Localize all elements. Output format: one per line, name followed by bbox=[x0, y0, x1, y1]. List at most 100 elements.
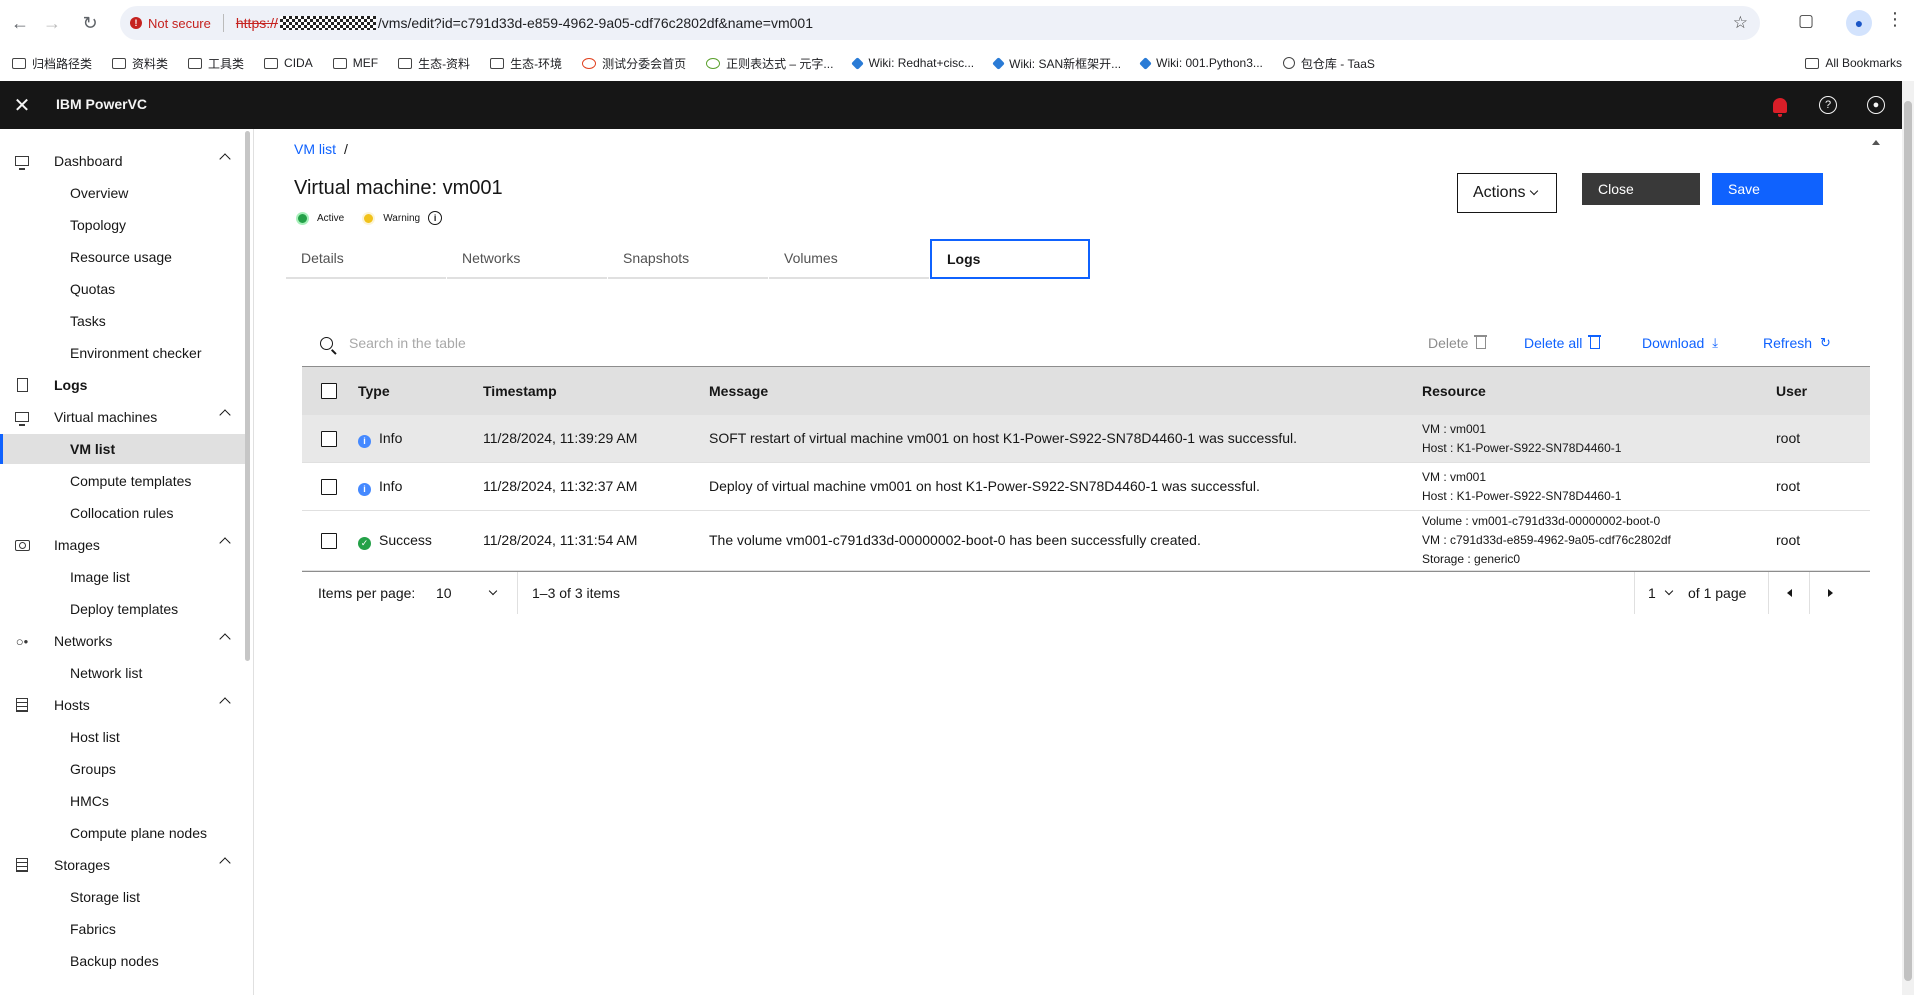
sidebar-group-hosts[interactable]: Hosts bbox=[0, 690, 245, 720]
folder-icon bbox=[398, 57, 413, 69]
row-checkbox[interactable] bbox=[321, 479, 337, 495]
sidebar-item-tasks[interactable]: Tasks bbox=[0, 306, 245, 336]
download-button[interactable]: Download ⤓ bbox=[1642, 335, 1718, 351]
items-per-page-select[interactable]: 10 bbox=[436, 572, 504, 614]
bookmark-link[interactable]: Wiki: Redhat+cisc... bbox=[851, 56, 974, 70]
page-select[interactable]: 1 bbox=[1648, 572, 1674, 614]
sidebar-item-overview[interactable]: Overview bbox=[0, 178, 245, 208]
save-button[interactable]: Save bbox=[1712, 173, 1823, 205]
refresh-button[interactable]: Refresh ↻ bbox=[1763, 335, 1831, 351]
sidebar-item-compute-plane-nodes[interactable]: Compute plane nodes bbox=[0, 818, 245, 848]
sidebar-item-compute-templates[interactable]: Compute templates bbox=[0, 466, 245, 496]
bookmark-folder[interactable]: CIDA bbox=[264, 56, 313, 70]
tab-details[interactable]: Details bbox=[286, 239, 446, 279]
sidebar-item-host-list[interactable]: Host list bbox=[0, 722, 245, 752]
sidebar-item-fabrics[interactable]: Fabrics bbox=[0, 914, 245, 944]
page-scrollbar[interactable] bbox=[1902, 81, 1914, 995]
sidebar-scrollbar[interactable] bbox=[245, 131, 250, 661]
site-favicon-icon bbox=[582, 57, 597, 69]
sidebar-item-vm-list[interactable]: VM list bbox=[0, 434, 245, 464]
sidebar-item-resource-usage[interactable]: Resource usage bbox=[0, 242, 245, 272]
back-icon[interactable]: ← bbox=[8, 11, 32, 35]
bookmark-link[interactable]: Wiki: SAN新框架开... bbox=[992, 55, 1121, 72]
sidebar-item-image-list[interactable]: Image list bbox=[0, 562, 245, 592]
sidebar-item-storage-list[interactable]: Storage list bbox=[0, 882, 245, 912]
not-secure-indicator[interactable]: ! Not secure bbox=[130, 16, 211, 31]
forward-icon[interactable]: → bbox=[40, 11, 64, 35]
sidebar-item-environment-checker[interactable]: Environment checker bbox=[0, 338, 245, 368]
extensions-icon[interactable]: ▢ bbox=[1798, 11, 1814, 31]
tab-logs[interactable]: Logs bbox=[930, 239, 1090, 279]
tab-snapshots[interactable]: Snapshots bbox=[608, 239, 768, 279]
info-icon: i bbox=[358, 435, 371, 448]
bookmark-folder[interactable]: 资料类 bbox=[112, 55, 168, 72]
monitor-icon bbox=[14, 153, 30, 170]
bookmark-link[interactable]: 包仓库 - TaaS bbox=[1282, 55, 1375, 72]
tab-volumes[interactable]: Volumes bbox=[769, 239, 929, 279]
bookmark-link[interactable]: 测试分委会首页 bbox=[582, 55, 686, 72]
actions-menu-button[interactable]: Actions bbox=[1457, 173, 1557, 213]
delete-button[interactable]: Delete bbox=[1428, 335, 1488, 351]
user-profile-icon[interactable]: ● bbox=[1864, 93, 1888, 117]
sidebar-item-topology[interactable]: Topology bbox=[0, 210, 245, 240]
row-checkbox[interactable] bbox=[321, 431, 337, 447]
header-resource[interactable]: Resource bbox=[1422, 383, 1486, 399]
header-message[interactable]: Message bbox=[709, 383, 768, 399]
header-user[interactable]: User bbox=[1776, 383, 1807, 399]
sidebar-group-storages[interactable]: Storages bbox=[0, 850, 245, 880]
caret-right-icon bbox=[1827, 589, 1833, 597]
sidebar-item-groups[interactable]: Groups bbox=[0, 754, 245, 784]
profile-avatar[interactable]: ● bbox=[1846, 10, 1872, 36]
delete-all-button[interactable]: Delete all bbox=[1524, 335, 1602, 351]
header-timestamp[interactable]: Timestamp bbox=[483, 383, 557, 399]
bookmark-folder[interactable]: 生态-资料 bbox=[398, 55, 470, 72]
browser-menu-icon[interactable]: ⋮ bbox=[1886, 9, 1904, 30]
close-menu-icon[interactable]: ✕ bbox=[0, 81, 44, 129]
camera-icon bbox=[14, 537, 30, 553]
sidebar: Dashboard Overview Topology Resource usa… bbox=[0, 129, 254, 995]
app-title[interactable]: IBM PowerVC bbox=[56, 96, 147, 112]
sidebar-item-network-list[interactable]: Network list bbox=[0, 658, 245, 688]
download-icon: ⤓ bbox=[1712, 335, 1719, 350]
close-button[interactable]: Close bbox=[1582, 173, 1700, 205]
tab-list: Details Networks Snapshots Volumes Logs bbox=[286, 239, 1091, 279]
sidebar-group-images[interactable]: Images bbox=[0, 530, 245, 560]
bookmark-folder[interactable]: 工具类 bbox=[188, 55, 244, 72]
row-resource: VM : vm001 Host : K1-Power-S922-SN78D446… bbox=[1422, 470, 1622, 503]
sidebar-group-dashboard[interactable]: Dashboard bbox=[0, 146, 245, 176]
next-page-button[interactable] bbox=[1810, 572, 1850, 614]
bookmark-link[interactable]: 正则表达式 – 元字... bbox=[706, 55, 833, 72]
sidebar-item-logs[interactable]: Logs bbox=[0, 370, 245, 400]
reload-icon[interactable]: ↻ bbox=[78, 11, 102, 35]
bookmark-folder[interactable]: 归档路径类 bbox=[12, 55, 92, 72]
table-row[interactable]: ✓ Success 11/28/2024, 11:31:54 AM The vol… bbox=[302, 511, 1870, 571]
sidebar-item-quotas[interactable]: Quotas bbox=[0, 274, 245, 304]
warning-icon: ! bbox=[130, 17, 142, 29]
select-all-checkbox[interactable] bbox=[321, 383, 337, 399]
table-search[interactable]: Search in the table bbox=[302, 319, 1410, 367]
table-row[interactable]: i Info 11/28/2024, 11:32:37 AM Deploy of … bbox=[302, 463, 1870, 511]
sidebar-item-deploy-templates[interactable]: Deploy templates bbox=[0, 594, 245, 624]
notification-bell-icon[interactable] bbox=[1768, 93, 1792, 117]
bookmark-star-icon[interactable]: ☆ bbox=[1733, 13, 1748, 33]
sidebar-item-backup-nodes[interactable]: Backup nodes bbox=[0, 946, 245, 976]
sidebar-group-virtual-machines[interactable]: Virtual machines bbox=[0, 402, 245, 432]
row-user: root bbox=[1776, 430, 1801, 446]
info-icon[interactable]: i bbox=[428, 211, 443, 225]
tab-networks[interactable]: Networks bbox=[447, 239, 607, 279]
bookmark-link[interactable]: Wiki: 001.Python3... bbox=[1139, 56, 1263, 70]
sidebar-item-hmcs[interactable]: HMCs bbox=[0, 786, 245, 816]
previous-page-button[interactable] bbox=[1769, 572, 1809, 614]
table-row[interactable]: i Info 11/28/2024, 11:39:29 AM SOFT resta… bbox=[302, 415, 1870, 463]
help-icon[interactable]: ? bbox=[1816, 93, 1840, 117]
active-status-icon bbox=[296, 211, 309, 225]
sidebar-group-networks[interactable]: ○• Networks bbox=[0, 626, 245, 656]
breadcrumb-vm-list-link[interactable]: VM list bbox=[294, 141, 336, 157]
row-checkbox[interactable] bbox=[321, 533, 337, 549]
all-bookmarks[interactable]: All Bookmarks bbox=[1805, 56, 1902, 70]
sidebar-item-collocation-rules[interactable]: Collocation rules bbox=[0, 498, 245, 528]
bookmark-folder[interactable]: 生态-环境 bbox=[490, 55, 562, 72]
bookmark-folder[interactable]: MEF bbox=[332, 56, 378, 70]
header-type[interactable]: Type bbox=[358, 383, 390, 399]
address-bar[interactable]: ! Not secure https:// /vms/edit?id=c791d3… bbox=[120, 6, 1760, 40]
